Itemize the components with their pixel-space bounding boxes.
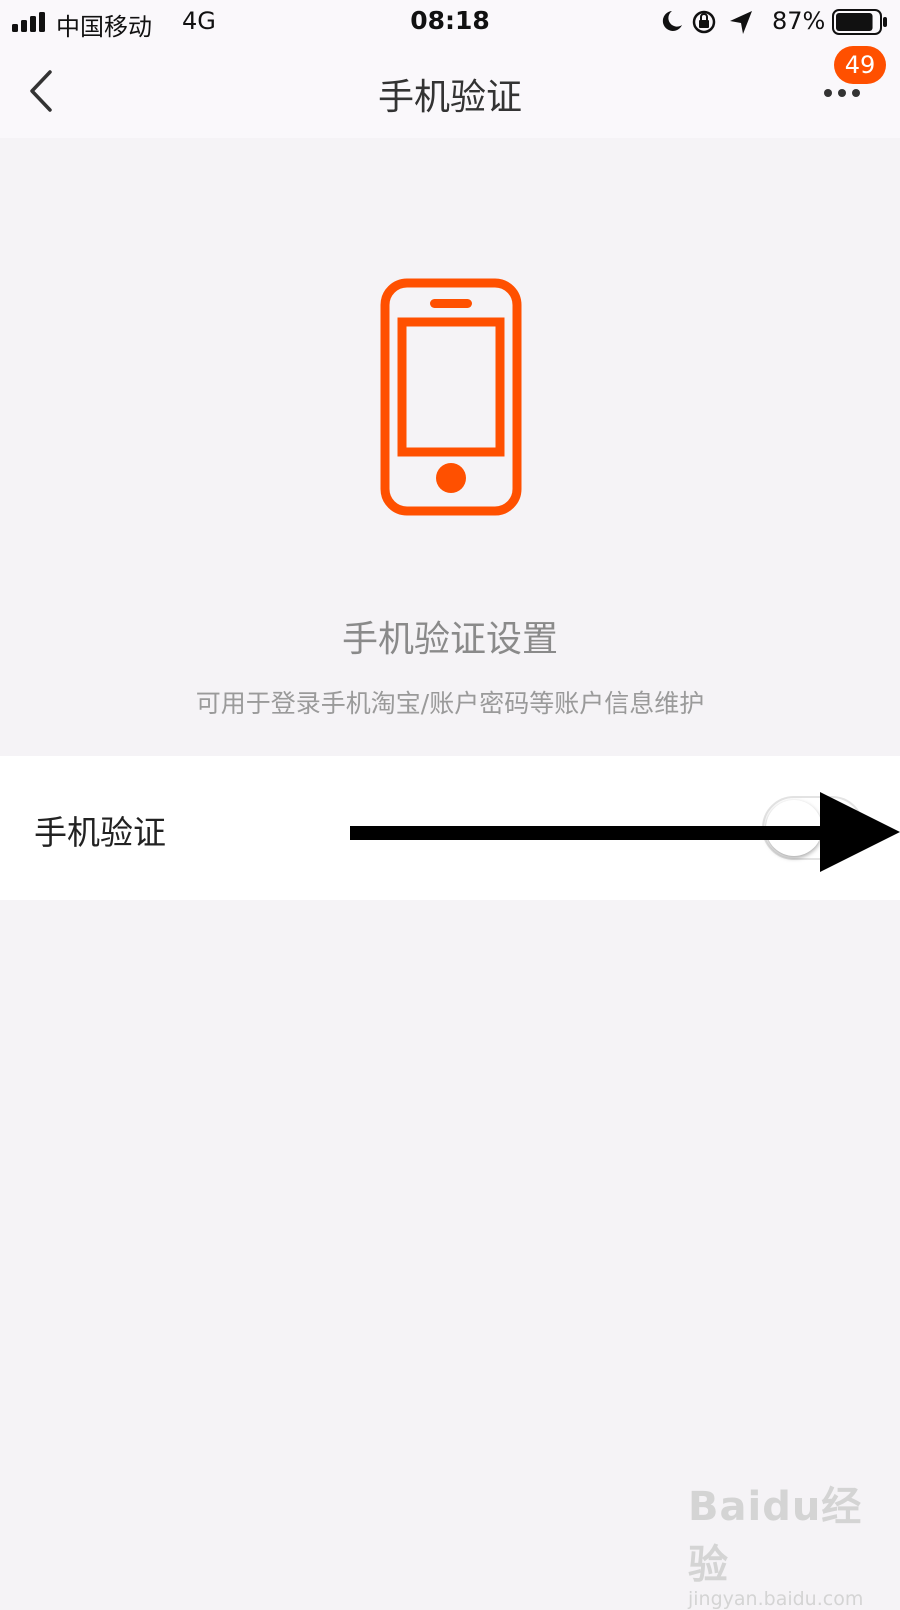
watermark-logo: Baidu经验: [688, 1484, 863, 1588]
chevron-left-icon: [30, 70, 52, 112]
page-title: 手机验证: [377, 77, 522, 118]
watermark: Baidu经验 jingyan.baidu.com: [688, 1474, 888, 1610]
phone-verification-toggle[interactable]: [762, 796, 864, 860]
location-arrow-icon: [730, 11, 752, 34]
rotation-lock-icon: [692, 10, 716, 34]
watermark-url: jingyan.baidu.com: [688, 1588, 864, 1610]
notification-badge: 49: [834, 46, 886, 84]
hero-title: 手机验证设置: [341, 619, 558, 660]
status-icons: [660, 8, 768, 40]
hero-section: 手机验证设置 可用于登录手机淘宝/账户密码等账户信息维护: [0, 138, 900, 756]
hero-subtitle: 可用于登录手机淘宝/账户密码等账户信息维护: [195, 689, 705, 718]
phone-icon: [380, 278, 522, 520]
status-bar: 中国移动 4G 08:18 87%: [0, 0, 900, 44]
battery-icon: [832, 9, 888, 39]
battery-percent: 87%: [772, 7, 826, 35]
row-label: 手机验证: [34, 813, 166, 852]
moon-icon: [662, 11, 682, 31]
back-button[interactable]: [20, 66, 64, 116]
phone-verification-row: 手机验证: [0, 756, 900, 900]
toggle-knob: [766, 800, 822, 856]
nav-bar: 手机验证 49: [0, 44, 900, 138]
